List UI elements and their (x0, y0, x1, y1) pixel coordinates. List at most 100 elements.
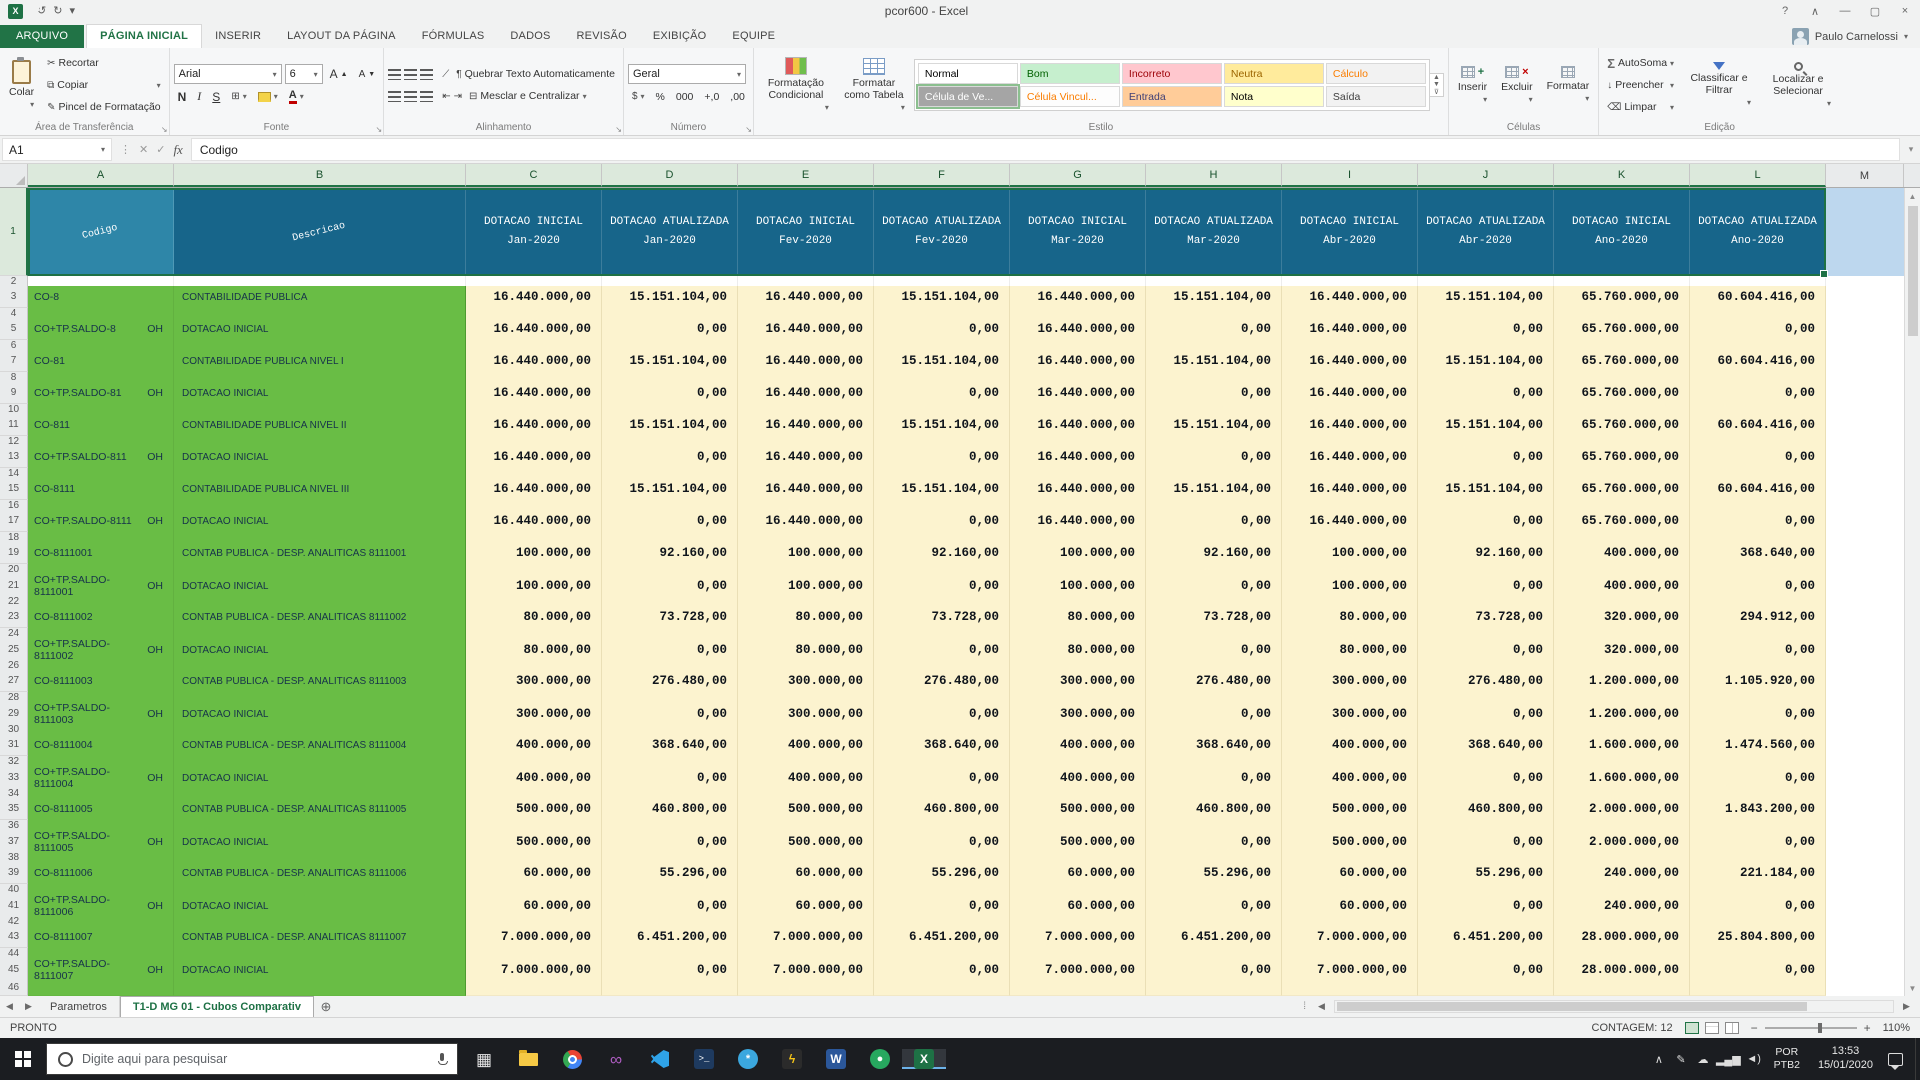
cell-G23[interactable]: 80.000,00 (1010, 606, 1146, 628)
ribbon-tab-inserir[interactable]: INSERIR (202, 25, 274, 48)
merge-center-button[interactable]: ⊟Mesclar e Centralizar▾ (465, 87, 591, 106)
cell-J13[interactable]: 0,00 (1418, 446, 1554, 468)
cell-I15[interactable]: 16.440.000,00 (1282, 478, 1418, 500)
column-header-H[interactable]: H (1146, 164, 1282, 187)
cell-K13[interactable]: 65.760.000,00 (1554, 446, 1690, 468)
cell-F3[interactable]: 15.151.104,00 (874, 286, 1010, 308)
align-left-icon[interactable] (388, 91, 401, 102)
cell-K15[interactable]: 65.760.000,00 (1554, 478, 1690, 500)
cell-J39[interactable]: 55.296,00 (1418, 862, 1554, 884)
cell-G1[interactable]: DOTACAO INICIALMar-2020 (1010, 188, 1146, 276)
sheet-nav-right-icon[interactable]: ▶ (19, 996, 38, 1017)
cell-I9[interactable]: 16.440.000,00 (1282, 382, 1418, 404)
cell-K37[interactable]: 2.000.000,00 (1554, 830, 1690, 854)
cell-K7[interactable]: 65.760.000,00 (1554, 350, 1690, 372)
cell-C35[interactable]: 500.000,00 (466, 798, 602, 820)
network-icon[interactable]: ▂▄▆ (1714, 1053, 1743, 1066)
wrap-text-button[interactable]: ¶Quebrar Texto Automaticamente (452, 65, 619, 84)
cell-G21[interactable]: 100.000,00 (1010, 574, 1146, 598)
zoom-slider[interactable] (1765, 1027, 1857, 1029)
cell-E7[interactable]: 16.440.000,00 (738, 350, 874, 372)
cell-B9[interactable]: DOTACAO INICIAL (174, 382, 466, 404)
cell-C25[interactable]: 80.000,00 (466, 638, 602, 662)
cell-K27[interactable]: 1.200.000,00 (1554, 670, 1690, 692)
cell-F1[interactable]: DOTACAO ATUALIZADAFev-2020 (874, 188, 1010, 276)
column-header-L[interactable]: L (1690, 164, 1826, 187)
align-right-icon[interactable] (420, 91, 433, 102)
cell-style-nota[interactable]: Nota (1224, 86, 1324, 107)
cell-D33[interactable]: 0,00 (602, 766, 738, 790)
cell-A11[interactable]: CO-811 (28, 414, 174, 436)
help-button[interactable]: ? (1770, 0, 1800, 22)
cell-H39[interactable]: 55.296,00 (1146, 862, 1282, 884)
cell-G37[interactable]: 500.000,00 (1010, 830, 1146, 854)
cell-D31[interactable]: 368.640,00 (602, 734, 738, 756)
cell-D5[interactable]: 0,00 (602, 318, 738, 340)
app-green-icon[interactable]: ● (858, 1049, 902, 1069)
cell-D39[interactable]: 55.296,00 (602, 862, 738, 884)
cell-B1[interactable]: Descricao (174, 188, 466, 276)
cell-H1[interactable]: DOTACAO ATUALIZADAMar-2020 (1146, 188, 1282, 276)
cell-H5[interactable]: 0,00 (1146, 318, 1282, 340)
cell-A3[interactable]: CO-8 (28, 286, 174, 308)
cell-E27[interactable]: 300.000,00 (738, 670, 874, 692)
microphone-icon[interactable] (438, 1053, 446, 1065)
insert-cells-button[interactable]: + Inserir ▾ (1453, 65, 1492, 105)
cell-K23[interactable]: 320.000,00 (1554, 606, 1690, 628)
cell-K3[interactable]: 65.760.000,00 (1554, 286, 1690, 308)
cell-F29[interactable]: 0,00 (874, 702, 1010, 726)
cell-L39[interactable]: 221.184,00 (1690, 862, 1826, 884)
cell-J19[interactable]: 92.160,00 (1418, 542, 1554, 564)
cell-G7[interactable]: 16.440.000,00 (1010, 350, 1146, 372)
cell-J21[interactable]: 0,00 (1418, 574, 1554, 598)
cell-K35[interactable]: 2.000.000,00 (1554, 798, 1690, 820)
row-header-23[interactable]: 23 (0, 606, 28, 628)
cell-L3[interactable]: 60.604.416,00 (1690, 286, 1826, 308)
redo-button[interactable]: ↻ (53, 6, 62, 17)
cell-I11[interactable]: 16.440.000,00 (1282, 414, 1418, 436)
cell-H27[interactable]: 276.480,00 (1146, 670, 1282, 692)
new-sheet-button[interactable]: ⊕ (314, 996, 338, 1017)
language-indicator[interactable]: POR PTB2 (1765, 1046, 1809, 1071)
cell-E13[interactable]: 16.440.000,00 (738, 446, 874, 468)
select-all-corner[interactable] (0, 164, 28, 187)
cell-I45[interactable]: 7.000.000,00 (1282, 958, 1418, 982)
cell-C3[interactable]: 16.440.000,00 (466, 286, 602, 308)
cell-J31[interactable]: 368.640,00 (1418, 734, 1554, 756)
cell-B15[interactable]: CONTABILIDADE PUBLICA NIVEL III (174, 478, 466, 500)
cell-G13[interactable]: 16.440.000,00 (1010, 446, 1146, 468)
cell-A39[interactable]: CO-8111006 (28, 862, 174, 884)
cell-L43[interactable]: 25.804.800,00 (1690, 926, 1826, 948)
cell-C33[interactable]: 400.000,00 (466, 766, 602, 790)
cell-E1[interactable]: DOTACAO INICIALFev-2020 (738, 188, 874, 276)
cell-A15[interactable]: CO-8111 (28, 478, 174, 500)
column-header-D[interactable]: D (602, 164, 738, 187)
column-header-M[interactable]: M (1826, 164, 1904, 187)
horizontal-scrollbar-thumb[interactable] (1337, 1002, 1807, 1011)
cell-style-neutra[interactable]: Neutra (1224, 63, 1324, 84)
find-select-button[interactable]: Localizar e Selecionar ▾ (1760, 61, 1836, 109)
cell-B43[interactable]: CONTAB PUBLICA - DESP. ANALITICAS 811100… (174, 926, 466, 948)
ribbon-tab-arquivo[interactable]: ARQUIVO (0, 25, 84, 48)
column-header-A[interactable]: A (28, 164, 174, 187)
cell-I21[interactable]: 100.000,00 (1282, 574, 1418, 598)
row-header-46[interactable]: 46 (0, 980, 28, 996)
cell-I3[interactable]: 16.440.000,00 (1282, 286, 1418, 308)
borders-button[interactable]: ⊞▾ (227, 87, 250, 106)
cell-D45[interactable]: 0,00 (602, 958, 738, 982)
cell-C39[interactable]: 60.000,00 (466, 862, 602, 884)
cell-B5[interactable]: DOTACAO INICIAL (174, 318, 466, 340)
cell-F41[interactable]: 0,00 (874, 894, 1010, 918)
page-break-view-button[interactable] (1725, 1022, 1739, 1034)
currency-format-button[interactable]: $▾ (628, 87, 649, 106)
cell-K9[interactable]: 65.760.000,00 (1554, 382, 1690, 404)
cell-A31[interactable]: CO-8111004 (28, 734, 174, 756)
zoom-in-icon[interactable]: + (1864, 1021, 1871, 1035)
cell-B37[interactable]: DOTACAO INICIAL (174, 830, 466, 854)
cell-A29[interactable]: CO+TP.SALDO-8111003OH (28, 702, 174, 726)
row-header-3[interactable]: 3 (0, 286, 28, 308)
cell-H9[interactable]: 0,00 (1146, 382, 1282, 404)
row-header-41[interactable]: 41 (0, 894, 28, 918)
cell-K29[interactable]: 1.200.000,00 (1554, 702, 1690, 726)
cell-H17[interactable]: 0,00 (1146, 510, 1282, 532)
